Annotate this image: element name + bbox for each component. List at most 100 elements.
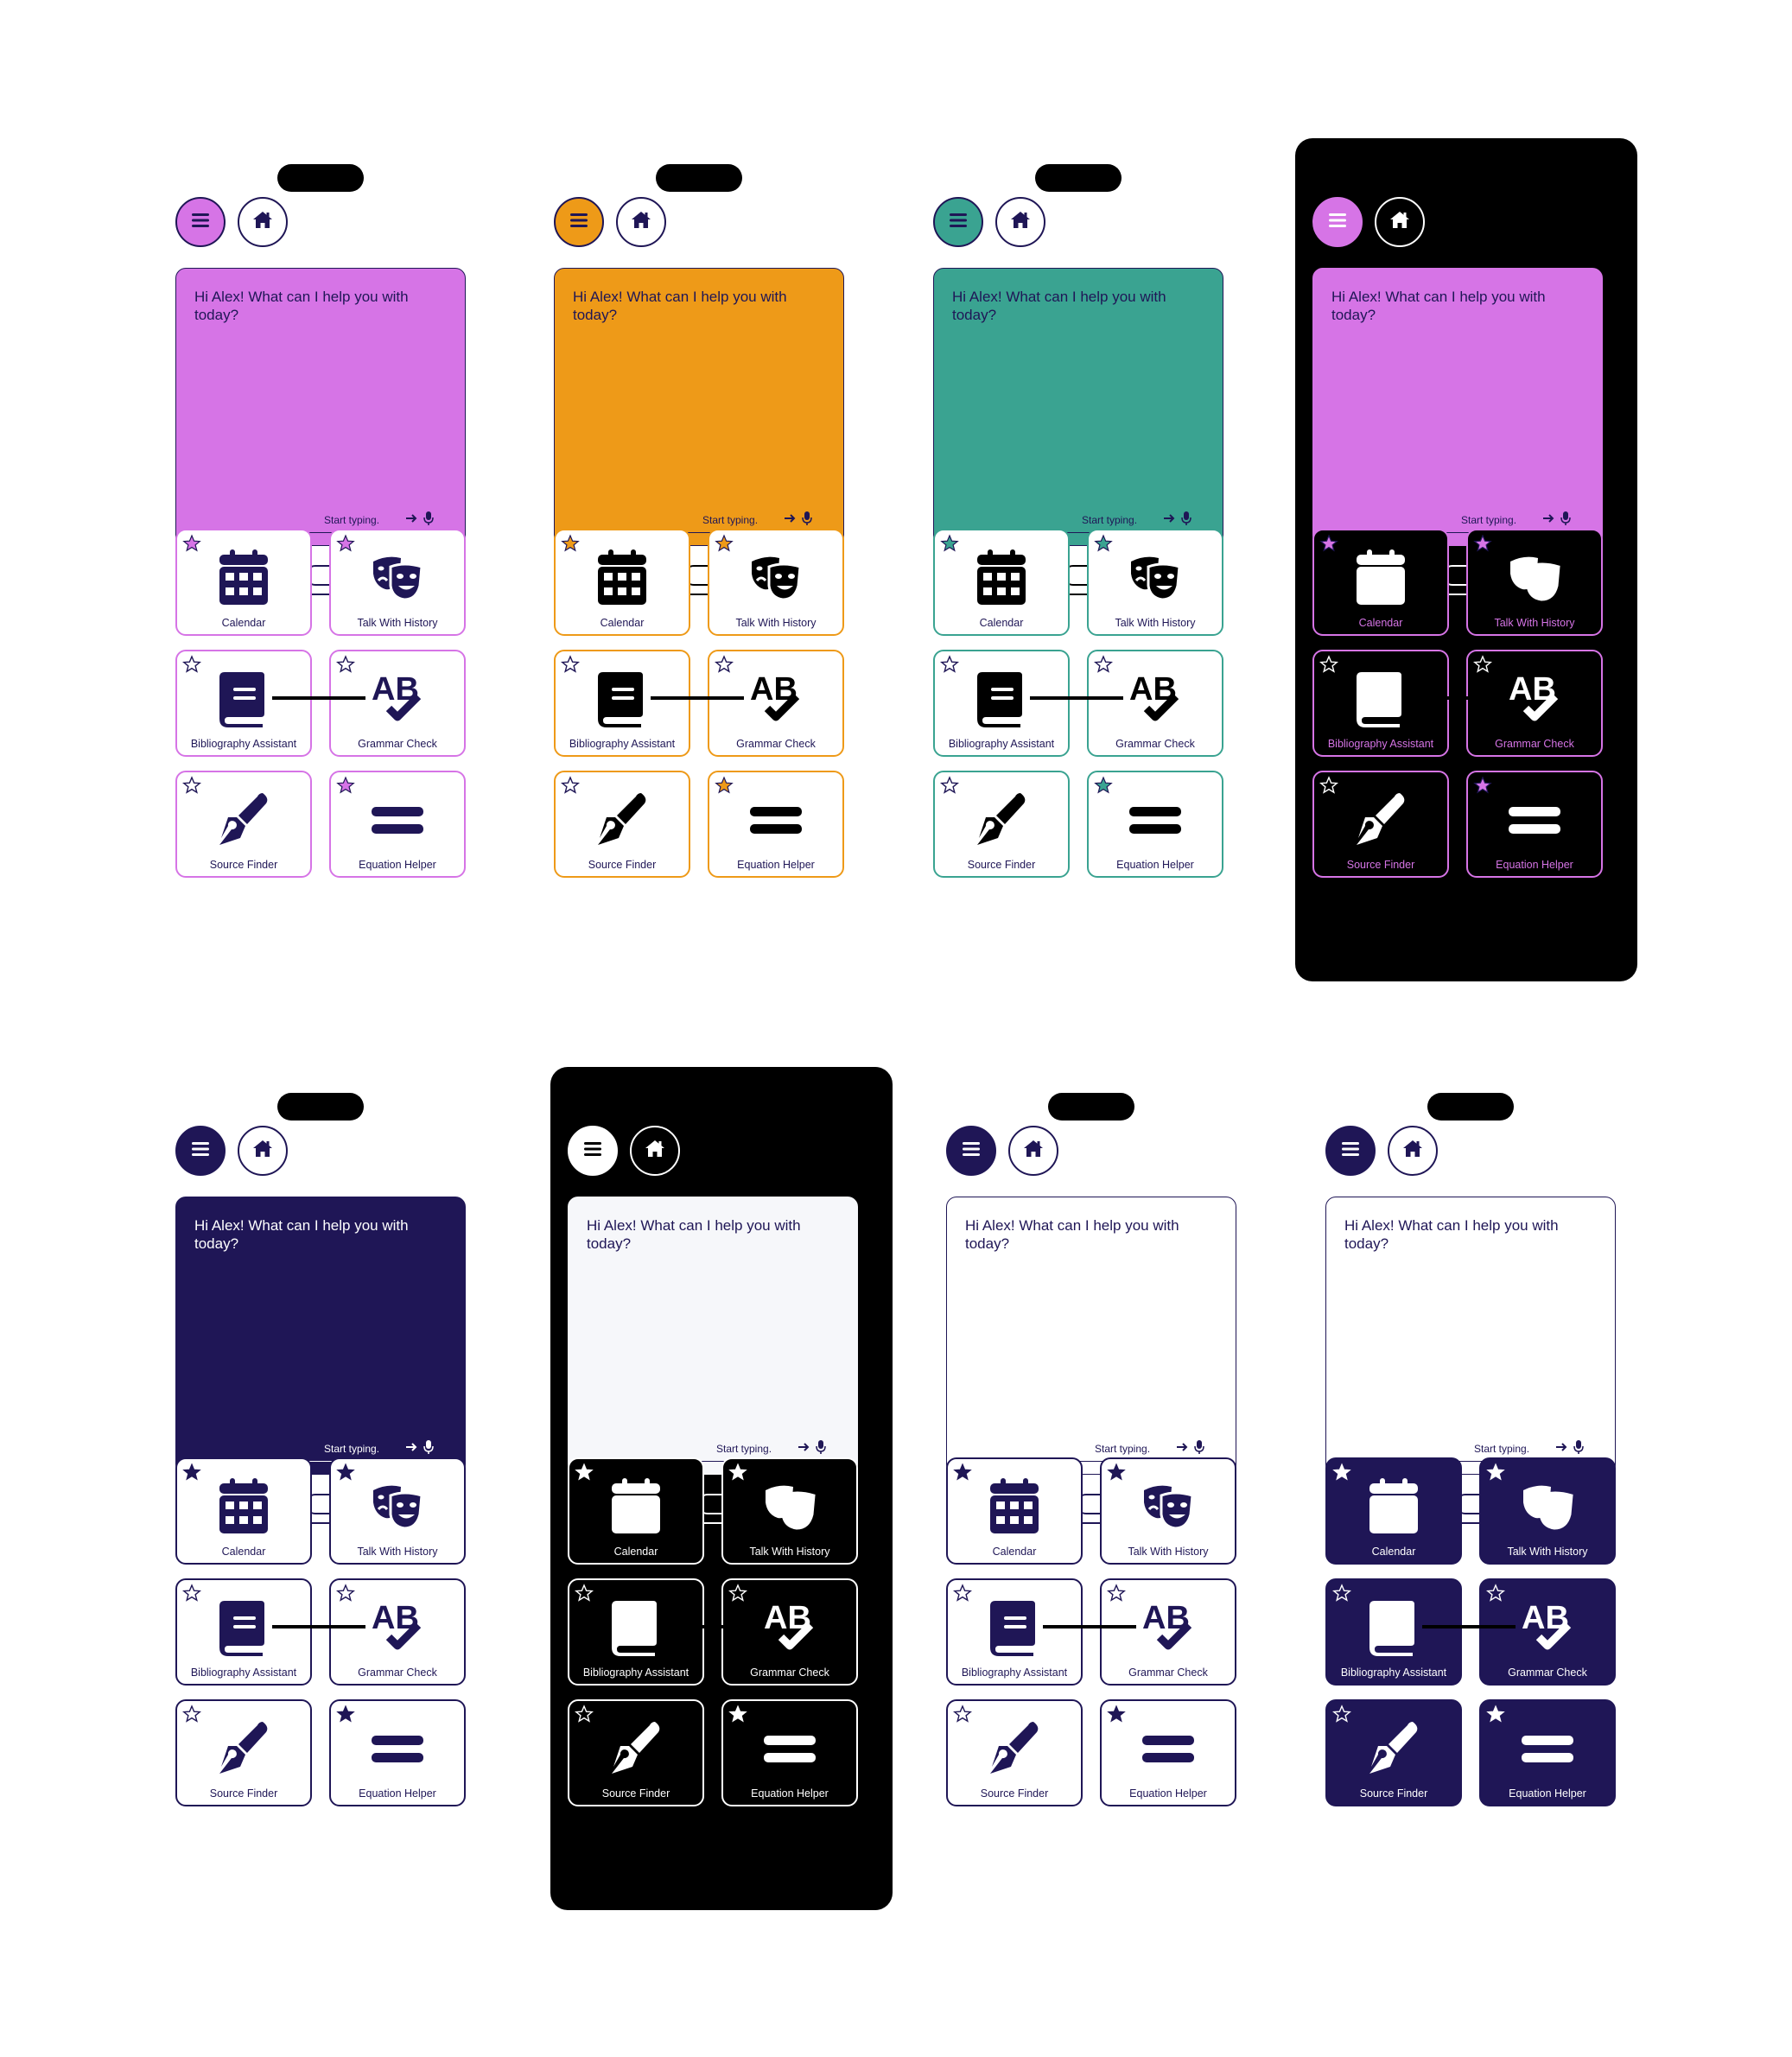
send-arrow-icon[interactable] [404,511,418,525]
module-tile[interactable]: Equation Helper [721,1699,858,1806]
favorite-star-icon[interactable] [1331,1584,1352,1603]
home-button[interactable] [1008,1126,1058,1176]
favorite-star-icon[interactable] [1319,655,1339,674]
module-tile[interactable]: Calendar [1312,529,1449,636]
module-tile[interactable]: AB Grammar Check [1100,1578,1236,1686]
favorite-star-icon[interactable] [181,1705,202,1724]
menu-button[interactable] [1312,197,1363,247]
favorite-star-icon[interactable] [1106,1584,1127,1603]
module-tile[interactable]: Source Finder [175,771,312,878]
module-tile[interactable]: Equation Helper [329,1699,466,1806]
favorite-star-icon[interactable] [575,1463,594,1482]
module-tile[interactable]: Source Finder [933,771,1070,878]
favorite-star-icon[interactable] [1107,1705,1126,1724]
favorite-star-icon[interactable] [561,534,580,553]
module-tile[interactable]: Bibliography Assistant [554,650,690,757]
favorite-star-icon[interactable] [1094,534,1113,553]
module-tile[interactable]: Source Finder [1325,1699,1462,1806]
module-tile[interactable]: AB Grammar Check [329,650,466,757]
module-tile[interactable]: Bibliography Assistant [175,650,312,757]
favorite-star-icon[interactable] [574,1584,594,1603]
module-tile[interactable]: AB Grammar Check [721,1578,858,1686]
send-arrow-icon[interactable] [1554,1440,1568,1454]
module-tile[interactable]: Bibliography Assistant [946,1578,1083,1686]
microphone-icon[interactable] [423,511,435,526]
module-tile[interactable]: Bibliography Assistant [175,1578,312,1686]
favorite-star-icon[interactable] [335,1584,356,1603]
module-tile[interactable]: Talk With History [1100,1457,1236,1565]
favorite-star-icon[interactable] [560,655,581,674]
favorite-star-icon[interactable] [952,1584,973,1603]
module-tile[interactable]: Bibliography Assistant [933,650,1070,757]
favorite-star-icon[interactable] [181,776,202,795]
favorite-star-icon[interactable] [1107,1463,1126,1482]
favorite-star-icon[interactable] [560,776,581,795]
send-arrow-icon[interactable] [1541,511,1555,525]
favorite-star-icon[interactable] [336,1463,355,1482]
chat-input[interactable]: Start typing. [324,514,379,526]
menu-button[interactable] [175,1126,226,1176]
favorite-star-icon[interactable] [714,655,734,674]
chat-panel[interactable]: Hi Alex! What can I help you with today?… [1312,268,1603,546]
chat-panel[interactable]: Hi Alex! What can I help you with today?… [554,268,844,546]
module-tile[interactable]: Equation Helper [1087,771,1223,878]
chat-panel[interactable]: Hi Alex! What can I help you with today?… [946,1197,1236,1475]
favorite-star-icon[interactable] [1094,776,1113,795]
module-tile[interactable]: Bibliography Assistant [568,1578,704,1686]
favorite-star-icon[interactable] [728,1584,748,1603]
microphone-icon[interactable] [423,1439,435,1455]
module-tile[interactable]: Talk With History [708,529,844,636]
home-button[interactable] [238,197,288,247]
menu-button[interactable] [946,1126,996,1176]
favorite-star-icon[interactable] [182,534,201,553]
favorite-star-icon[interactable] [1331,1705,1352,1724]
chat-panel[interactable]: Hi Alex! What can I help you with today?… [933,268,1223,546]
module-tile[interactable]: Equation Helper [1466,771,1603,878]
module-tile[interactable]: Equation Helper [708,771,844,878]
chat-input[interactable]: Start typing. [702,514,758,526]
microphone-icon[interactable] [1573,1439,1585,1455]
favorite-star-icon[interactable] [336,1705,355,1724]
module-tile[interactable]: Bibliography Assistant [1312,650,1449,757]
favorite-star-icon[interactable] [181,1584,202,1603]
favorite-star-icon[interactable] [336,534,355,553]
module-tile[interactable]: Source Finder [568,1699,704,1806]
home-button[interactable] [1375,197,1425,247]
favorite-star-icon[interactable] [1485,1584,1506,1603]
module-tile[interactable]: Calendar [946,1457,1083,1565]
home-button[interactable] [616,197,666,247]
module-tile[interactable]: Source Finder [946,1699,1083,1806]
microphone-icon[interactable] [801,511,813,526]
favorite-star-icon[interactable] [1472,655,1493,674]
module-tile[interactable]: Equation Helper [1100,1699,1236,1806]
module-tile[interactable]: Source Finder [1312,771,1449,878]
microphone-icon[interactable] [1560,511,1572,526]
favorite-star-icon[interactable] [728,1705,747,1724]
module-tile[interactable]: Bibliography Assistant [1325,1578,1462,1686]
favorite-star-icon[interactable] [1473,776,1492,795]
module-tile[interactable]: Talk With History [1479,1457,1616,1565]
favorite-star-icon[interactable] [715,776,734,795]
chat-panel[interactable]: Hi Alex! What can I help you with today?… [568,1197,858,1475]
send-arrow-icon[interactable] [797,1440,810,1454]
module-tile[interactable]: Calendar [554,529,690,636]
chat-panel[interactable]: Hi Alex! What can I help you with today?… [175,1197,466,1475]
module-tile[interactable]: Talk With History [1087,529,1223,636]
module-tile[interactable]: AB Grammar Check [1466,650,1603,757]
home-button[interactable] [995,197,1045,247]
chat-input[interactable]: Start typing. [1082,514,1137,526]
module-tile[interactable]: Calendar [568,1457,704,1565]
chat-panel[interactable]: Hi Alex! What can I help you with today?… [1325,1197,1616,1475]
send-arrow-icon[interactable] [1162,511,1176,525]
module-tile[interactable]: Calendar [175,529,312,636]
favorite-star-icon[interactable] [953,1463,972,1482]
home-button[interactable] [238,1126,288,1176]
module-tile[interactable]: Talk With History [1466,529,1603,636]
favorite-star-icon[interactable] [952,1705,973,1724]
favorite-star-icon[interactable] [181,655,202,674]
favorite-star-icon[interactable] [1486,1463,1505,1482]
chat-panel[interactable]: Hi Alex! What can I help you with today?… [175,268,466,546]
send-arrow-icon[interactable] [783,511,797,525]
send-arrow-icon[interactable] [404,1440,418,1454]
menu-button[interactable] [554,197,604,247]
